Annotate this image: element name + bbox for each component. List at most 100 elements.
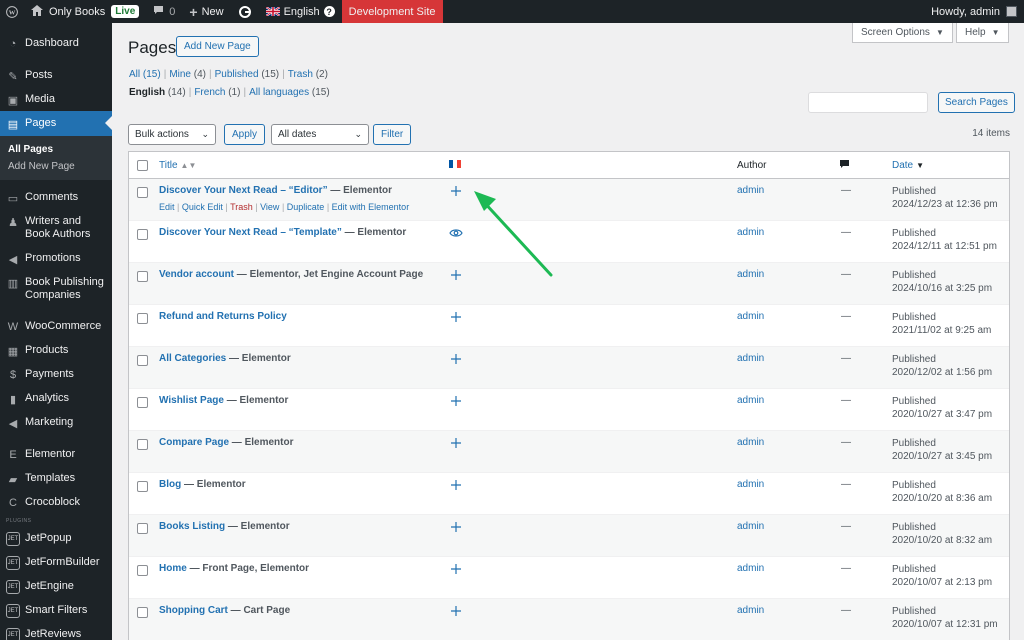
row-checkbox[interactable] bbox=[137, 439, 148, 450]
page-title-link[interactable]: Refund and Returns Policy bbox=[159, 311, 287, 322]
row-checkbox[interactable] bbox=[137, 481, 148, 492]
author-link[interactable]: admin bbox=[737, 563, 764, 574]
row-action-quick-edit[interactable]: Quick Edit bbox=[182, 202, 223, 212]
language-switcher[interactable]: English ? bbox=[259, 0, 342, 23]
author-link[interactable]: admin bbox=[737, 269, 764, 280]
add-translation-plus-icon[interactable] bbox=[449, 562, 463, 576]
wordpress-logo-icon[interactable]: W bbox=[0, 0, 24, 23]
add-translation-plus-icon[interactable] bbox=[449, 478, 463, 492]
page-title-link[interactable]: Wishlist Page bbox=[159, 395, 224, 406]
author-link[interactable]: admin bbox=[737, 395, 764, 406]
author-link[interactable]: admin bbox=[737, 185, 764, 196]
sidebar-item-products[interactable]: ▦ Products bbox=[0, 344, 112, 358]
eye-icon[interactable] bbox=[449, 226, 463, 240]
author-link[interactable]: admin bbox=[737, 353, 764, 364]
row-checkbox[interactable] bbox=[137, 313, 148, 324]
date-column-header[interactable]: Date ▼ bbox=[892, 160, 924, 171]
sidebar-item-jetengine[interactable]: JET JetEngine bbox=[0, 580, 112, 594]
sidebar-item-elementor[interactable]: E Elementor bbox=[0, 448, 112, 462]
sidebar-item-templates[interactable]: ▰ Templates bbox=[0, 472, 112, 486]
g-plugin-icon[interactable] bbox=[231, 0, 259, 23]
page-title-link[interactable]: Discover Your Next Read – “Template” bbox=[159, 227, 342, 238]
add-translation-plus-icon[interactable] bbox=[449, 352, 463, 366]
submenu-all-pages[interactable]: All Pages bbox=[0, 141, 112, 158]
sidebar-item-analytics[interactable]: ▮ Analytics bbox=[0, 392, 112, 406]
page-title-link[interactable]: Books Listing bbox=[159, 521, 225, 532]
view-trash-link[interactable]: Trash (2) bbox=[288, 69, 328, 80]
comments-column-icon[interactable] bbox=[839, 159, 850, 172]
add-translation-plus-icon[interactable] bbox=[449, 310, 463, 324]
select-all-checkbox[interactable] bbox=[137, 159, 148, 171]
sidebar-item-book-publishing-companies[interactable]: ▥ Book Publishing Companies bbox=[0, 276, 112, 302]
add-translation-plus-icon[interactable] bbox=[449, 184, 463, 198]
view-all-link[interactable]: All (15) bbox=[129, 69, 161, 80]
author-link[interactable]: admin bbox=[737, 521, 764, 532]
lang-english-current[interactable]: English (14) bbox=[129, 87, 186, 98]
add-translation-plus-icon[interactable] bbox=[449, 520, 463, 534]
author-link[interactable]: admin bbox=[737, 605, 764, 616]
author-link[interactable]: admin bbox=[737, 479, 764, 490]
apply-button[interactable]: Apply bbox=[224, 124, 266, 145]
row-checkbox[interactable] bbox=[137, 565, 148, 576]
view-published-link[interactable]: Published (15) bbox=[215, 69, 280, 80]
sidebar-item-writers-and-book-authors[interactable]: ♟ Writers and Book Authors bbox=[0, 215, 112, 241]
title-column-header[interactable]: Title ▲▼ bbox=[159, 160, 196, 171]
search-input[interactable] bbox=[808, 92, 928, 113]
row-action-edit[interactable]: Edit bbox=[159, 202, 175, 212]
add-translation-plus-icon[interactable] bbox=[449, 604, 463, 618]
sidebar-item-dashboard[interactable]: ◔ Dashboard bbox=[0, 37, 112, 51]
page-title-link[interactable]: Home bbox=[159, 563, 187, 574]
row-checkbox[interactable] bbox=[137, 271, 148, 282]
author-link[interactable]: admin bbox=[737, 437, 764, 448]
sidebar-item-pages[interactable]: ▤ Pages bbox=[0, 111, 112, 136]
page-title-link[interactable]: Compare Page bbox=[159, 437, 229, 448]
author-link[interactable]: admin bbox=[737, 311, 764, 322]
sidebar-item-marketing[interactable]: ◀ Marketing bbox=[0, 416, 112, 430]
add-translation-plus-icon[interactable] bbox=[449, 436, 463, 450]
page-title-link[interactable]: Discover Your Next Read – “Editor” bbox=[159, 185, 328, 196]
row-action-edit-with-elementor[interactable]: Edit with Elementor bbox=[332, 202, 410, 212]
add-translation-plus-icon[interactable] bbox=[449, 268, 463, 282]
lang-french-link[interactable]: French (1) bbox=[194, 87, 240, 98]
lang-all-link[interactable]: All languages (15) bbox=[249, 87, 330, 98]
sidebar-item-promotions[interactable]: ◀ Promotions bbox=[0, 252, 112, 266]
row-checkbox[interactable] bbox=[137, 229, 148, 240]
sidebar-item-woocommerce[interactable]: W WooCommerce bbox=[0, 320, 112, 334]
add-new-page-button[interactable]: Add New Page bbox=[176, 36, 259, 57]
sidebar-item-posts[interactable]: ✎ Posts bbox=[0, 69, 112, 83]
row-checkbox[interactable] bbox=[137, 355, 148, 366]
comments-link[interactable]: 0 bbox=[146, 0, 182, 23]
filter-button[interactable]: Filter bbox=[373, 124, 412, 145]
site-name-link[interactable]: Only Books Live bbox=[24, 0, 146, 23]
help-button[interactable]: Help ▼ bbox=[956, 23, 1009, 43]
search-pages-button[interactable]: Search Pages bbox=[938, 92, 1015, 113]
view-mine-link[interactable]: Mine (4) bbox=[169, 69, 206, 80]
row-checkbox[interactable] bbox=[137, 397, 148, 408]
sidebar-item-media[interactable]: ▣ Media bbox=[0, 93, 112, 107]
date-filter-select[interactable]: All dates ⌄ bbox=[271, 124, 369, 145]
row-checkbox[interactable] bbox=[137, 187, 148, 198]
bulk-actions-select[interactable]: Bulk actions ⌄ bbox=[128, 124, 216, 145]
sidebar-item-jetpopup[interactable]: JET JetPopup bbox=[0, 532, 112, 546]
author-link[interactable]: admin bbox=[737, 227, 764, 238]
sidebar-item-crocoblock[interactable]: C Crocoblock bbox=[0, 496, 112, 510]
row-action-view[interactable]: View bbox=[260, 202, 279, 212]
page-title-link[interactable]: Blog bbox=[159, 479, 181, 490]
page-title-link[interactable]: Shopping Cart bbox=[159, 605, 228, 616]
sidebar-item-smart-filters[interactable]: JET Smart Filters bbox=[0, 604, 112, 618]
row-checkbox[interactable] bbox=[137, 607, 148, 618]
sidebar-item-jetreviews[interactable]: JET JetReviews bbox=[0, 628, 112, 640]
account-menu[interactable]: Howdy, admin bbox=[924, 0, 1024, 23]
sidebar-item-payments[interactable]: $ Payments bbox=[0, 368, 112, 382]
page-title-link[interactable]: Vendor account bbox=[159, 269, 234, 280]
screen-options-button[interactable]: Screen Options ▼ bbox=[852, 23, 953, 43]
row-action-trash[interactable]: Trash bbox=[230, 202, 253, 212]
submenu-add-new-page[interactable]: Add New Page bbox=[0, 158, 112, 175]
development-site-badge[interactable]: Development Site bbox=[341, 0, 443, 23]
add-translation-plus-icon[interactable] bbox=[449, 394, 463, 408]
row-action-duplicate[interactable]: Duplicate bbox=[287, 202, 325, 212]
page-title-link[interactable]: All Categories bbox=[159, 353, 226, 364]
row-checkbox[interactable] bbox=[137, 523, 148, 534]
new-content-link[interactable]: + New bbox=[182, 0, 230, 23]
sidebar-item-comments[interactable]: ▭ Comments bbox=[0, 191, 112, 205]
